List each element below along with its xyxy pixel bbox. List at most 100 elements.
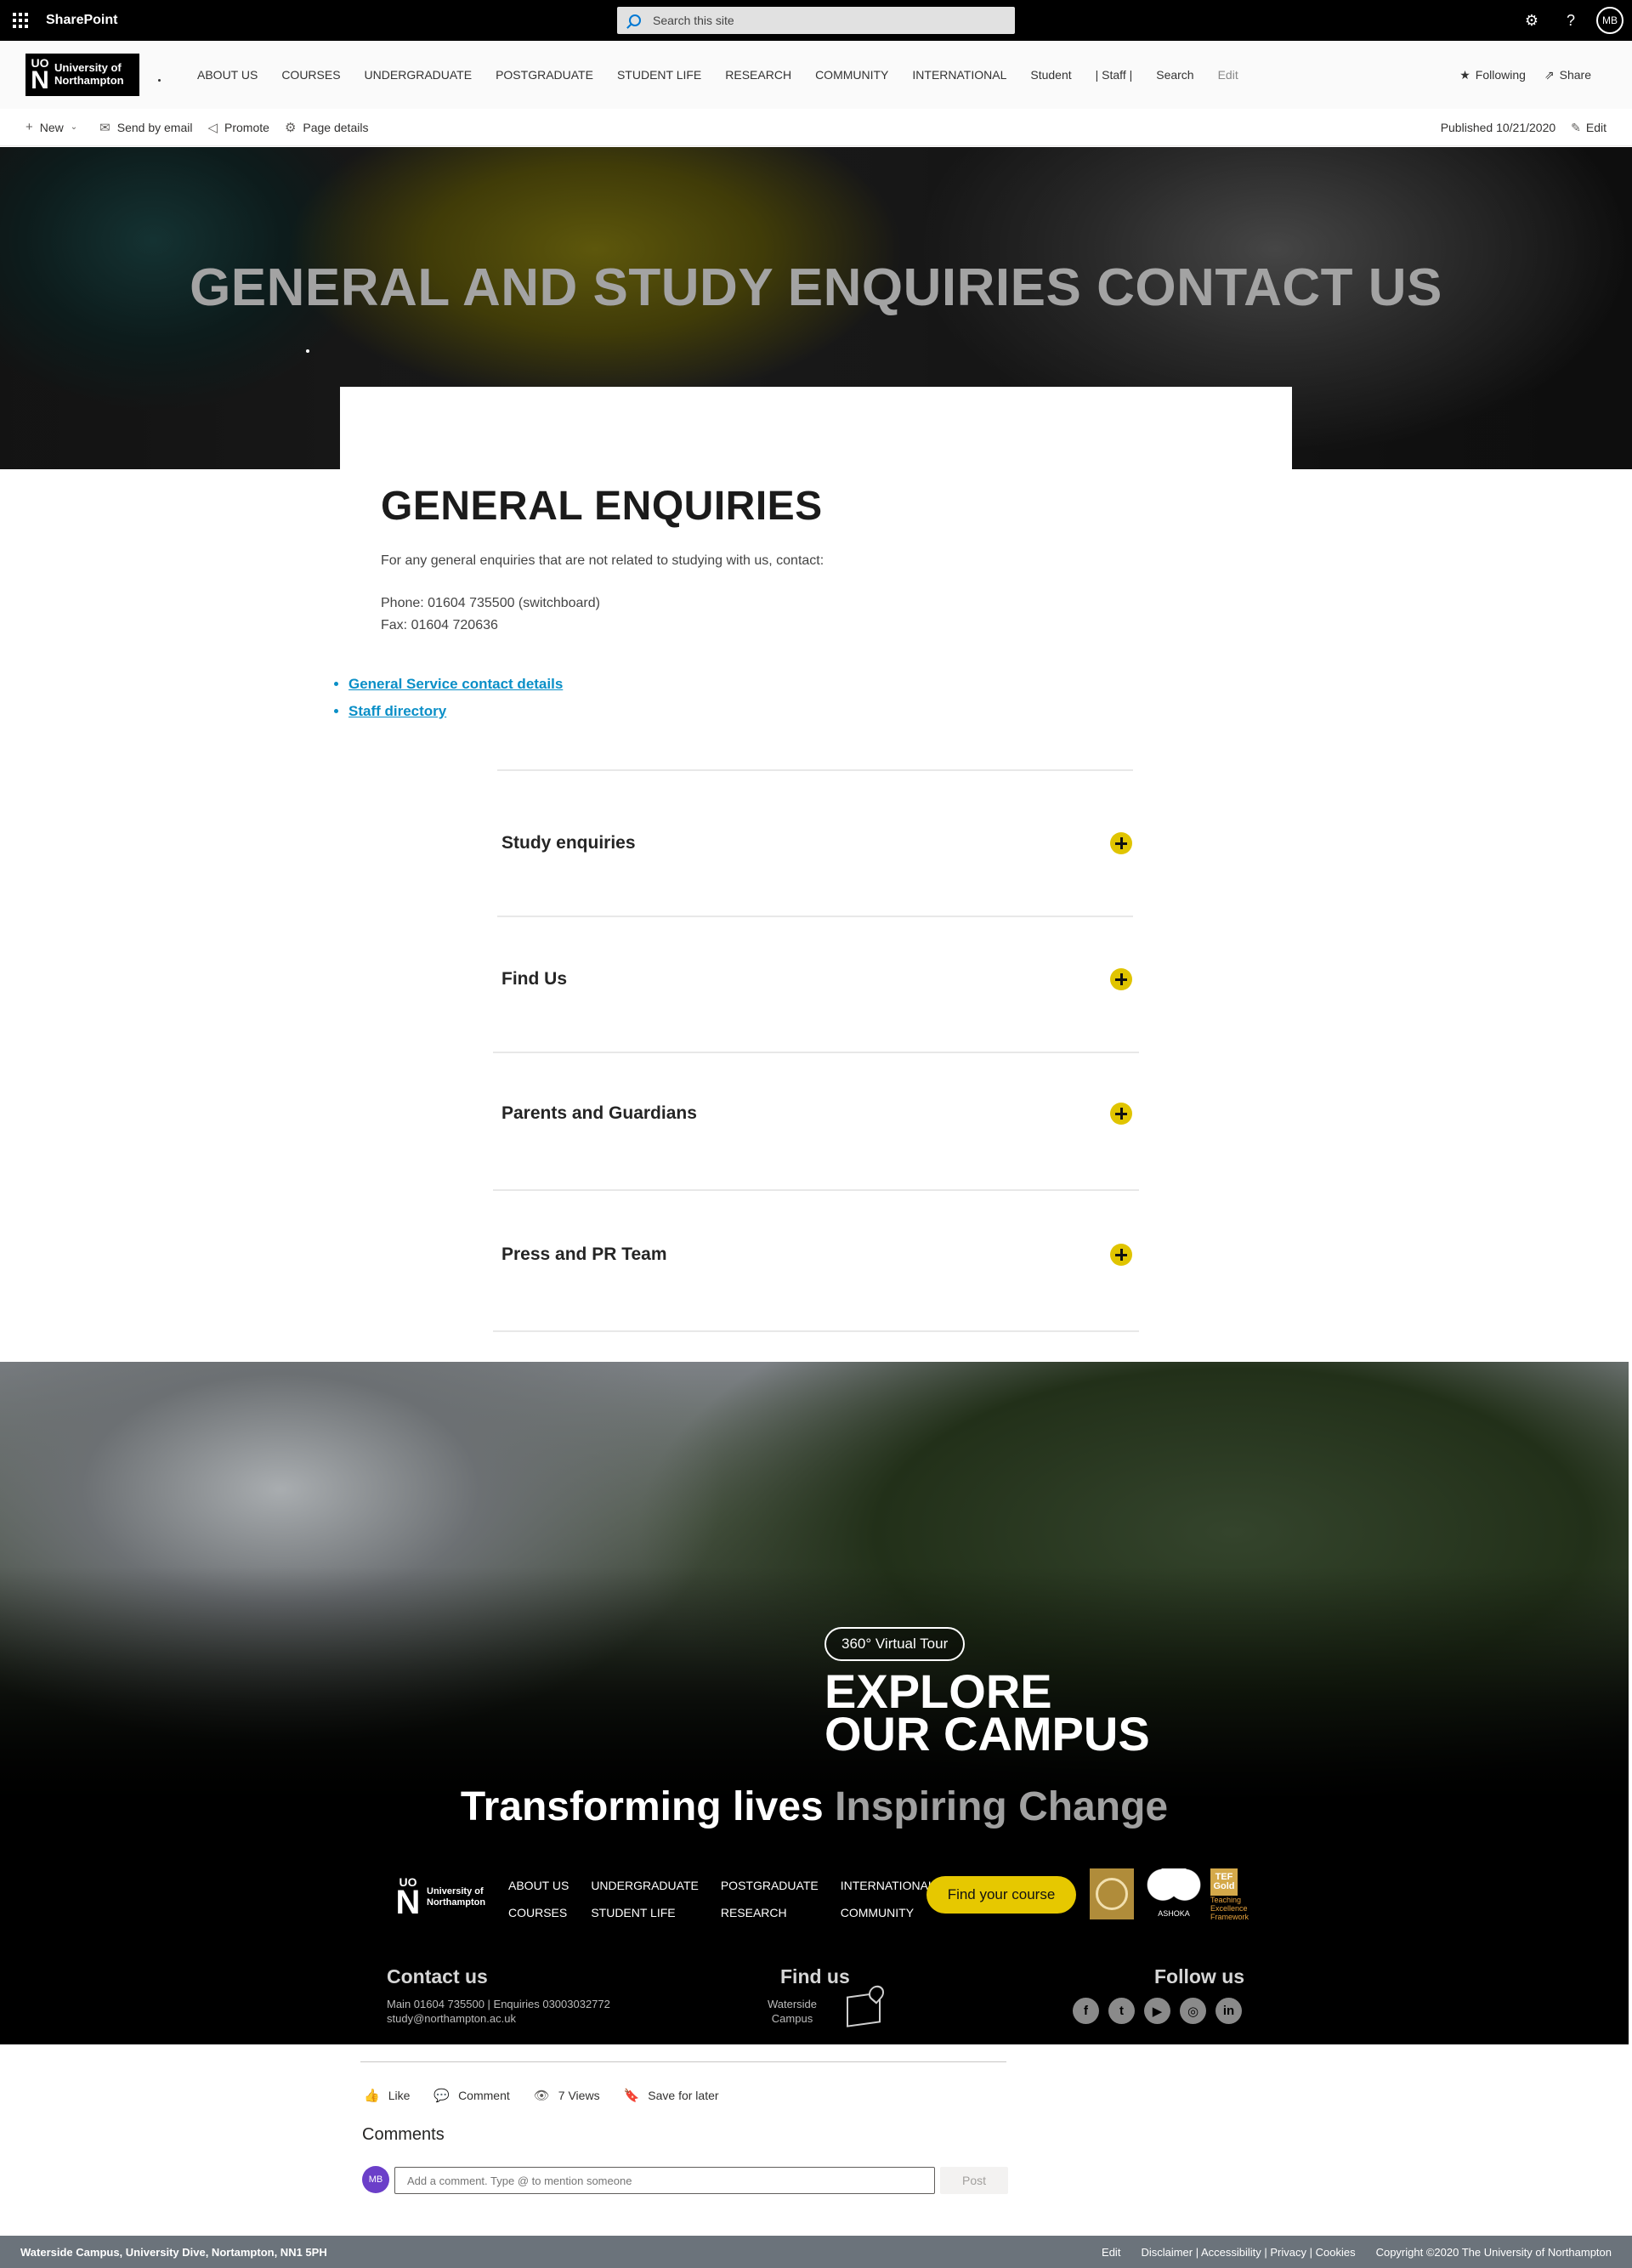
nav-staff[interactable]: | Staff | <box>1084 68 1145 82</box>
footer-nav-courses[interactable]: COURSES <box>508 1906 569 1919</box>
accordion-divider <box>493 1052 1139 1053</box>
list-item: General Service contact details <box>348 676 563 693</box>
hero-title: GENERAL AND STUDY ENQUIRIES CONTACT US <box>190 258 1442 317</box>
legal-links[interactable]: Disclaimer | Accessibility | Privacy | C… <box>1141 2246 1355 2259</box>
footer-navigation: ABOUT US UNDERGRADUATE POSTGRADUATE INTE… <box>508 1879 935 1919</box>
map-icon[interactable] <box>847 1992 881 2027</box>
twitter-icon[interactable]: t <box>1108 1998 1135 2024</box>
page-details-button[interactable]: ⚙ Page details <box>285 120 369 135</box>
edit-page-button[interactable]: ✎ Edit <box>1571 121 1606 135</box>
hero-dot <box>306 349 309 353</box>
site-header: UO N University of Northampton ABOUT US CO… <box>0 41 1632 109</box>
nav-research[interactable]: RESEARCH <box>713 68 803 82</box>
general-enquiries-title: GENERAL ENQUIRIES <box>381 484 823 529</box>
nav-edit[interactable]: Edit <box>1206 68 1250 82</box>
footer-nav-undergraduate[interactable]: UNDERGRADUATE <box>591 1879 699 1892</box>
nav-separator-dot <box>158 79 161 82</box>
help-icon[interactable]: ? <box>1557 7 1584 34</box>
linkedin-icon[interactable]: in <box>1216 1998 1242 2024</box>
nav-international[interactable]: INTERNATIONAL <box>900 68 1018 82</box>
comments-separator <box>360 2061 1006 2062</box>
instagram-icon[interactable]: ◎ <box>1180 1998 1206 2024</box>
staff-directory-link[interactable]: Staff directory <box>348 703 446 719</box>
accordion-divider <box>497 769 1133 771</box>
list-item: Staff directory <box>348 703 563 720</box>
campus-address: Waterside Campus, University Dive, Norta… <box>20 2245 327 2259</box>
expand-plus-icon[interactable] <box>1110 1103 1132 1125</box>
nav-courses[interactable]: COURSES <box>269 68 352 82</box>
nav-student-life[interactable]: STUDENT LIFE <box>605 68 713 82</box>
suite-bar: SharePoint Search this site ⚙ ? MB <box>0 0 1632 41</box>
pencil-icon: ✎ <box>1571 120 1581 134</box>
virtual-tour-button[interactable]: 360° Virtual Tour <box>824 1627 966 1661</box>
post-comment-button[interactable]: Post <box>940 2167 1008 2194</box>
accordion-study-enquiries[interactable]: Study enquiries <box>493 818 1139 869</box>
footer-nav-international[interactable]: INTERNATIONAL <box>841 1879 935 1892</box>
follow-us-heading: Follow us <box>1154 1965 1245 1987</box>
thumbs-up-icon: 👍 <box>364 2089 380 2103</box>
general-phone: Phone: 01604 735500 (switchboard) <box>381 596 600 610</box>
accordion-divider <box>497 916 1133 917</box>
search-icon <box>629 14 641 26</box>
tef-gold-award: TEF Gold Teaching Excellence Framework <box>1210 1868 1249 1926</box>
expand-plus-icon[interactable] <box>1110 968 1132 990</box>
footer-edit-link[interactable]: Edit <box>1102 2246 1120 2259</box>
accordion-press-pr-team[interactable]: Press and PR Team <box>493 1229 1139 1280</box>
ashoka-award-logo: ASHOKA <box>1142 1868 1205 1926</box>
facebook-icon[interactable]: f <box>1073 1998 1099 2024</box>
comments-heading: Comments <box>362 2125 445 2144</box>
comment-input[interactable] <box>394 2167 935 2194</box>
site-search-box[interactable]: Search this site <box>617 7 1015 34</box>
comment-button[interactable]: 💬 Comment <box>434 2088 509 2103</box>
following-button[interactable]: ★ Following <box>1459 68 1526 82</box>
footer-nav-student-life[interactable]: STUDENT LIFE <box>591 1906 699 1919</box>
general-service-contact-link[interactable]: General Service contact details <box>348 676 563 692</box>
footer-nav-postgraduate[interactable]: POSTGRADUATE <box>721 1879 819 1892</box>
gear-icon: ⚙ <box>284 120 297 135</box>
contact-us-heading: Contact us <box>387 1965 488 1987</box>
bookmark-icon: 🔖 <box>623 2089 640 2103</box>
nav-community[interactable]: COMMUNITY <box>803 68 900 82</box>
promote-button[interactable]: ◁ Promote <box>207 120 269 135</box>
expand-plus-icon[interactable] <box>1110 1244 1132 1266</box>
footer-tagline: Transforming lives Inspiring Change <box>460 1784 1169 1829</box>
nav-undergraduate[interactable]: UNDERGRADUATE <box>353 68 484 82</box>
plus-icon: + <box>26 120 33 134</box>
accordion-parents-guardians[interactable]: Parents and Guardians <box>493 1088 1139 1139</box>
youtube-icon[interactable]: ▶ <box>1144 1998 1170 2024</box>
star-icon: ★ <box>1459 67 1470 82</box>
mail-icon: ✉ <box>99 120 110 135</box>
university-logo[interactable]: UO N University of Northampton <box>26 54 139 96</box>
chevron-down-icon: ⌄ <box>70 122 78 132</box>
share-button[interactable]: ⇗ Share <box>1544 68 1591 82</box>
footer-nav-community[interactable]: COMMUNITY <box>841 1906 935 1919</box>
app-launcher-icon[interactable] <box>0 0 41 41</box>
search-placeholder: Search this site <box>653 14 734 27</box>
megaphone-icon: ◁ <box>207 120 218 135</box>
accordion-find-us[interactable]: Find Us <box>493 954 1139 1005</box>
find-your-course-button[interactable]: Find your course <box>926 1876 1076 1914</box>
general-links: General Service contact details Staff di… <box>330 676 563 730</box>
nav-student[interactable]: Student <box>1018 68 1083 82</box>
like-button[interactable]: 👍 Like <box>364 2088 410 2103</box>
comment-avatar: MB <box>362 2166 389 2193</box>
send-by-email-button[interactable]: ✉ Send by email <box>99 120 192 135</box>
footer-logo[interactable]: UO N University of Northampton <box>393 1870 495 1925</box>
save-for-later-button[interactable]: 🔖 Save for later <box>624 2088 719 2103</box>
settings-icon[interactable]: ⚙ <box>1518 7 1545 34</box>
views-count: 👁 7 Views <box>533 2089 600 2103</box>
explore-campus-heading[interactable]: EXPLORE OUR CAMPUS <box>824 1668 1150 1758</box>
find-us-location[interactable]: Waterside Campus <box>765 1997 819 2026</box>
nav-postgraduate[interactable]: POSTGRADUATE <box>484 68 605 82</box>
footer-nav-research[interactable]: RESEARCH <box>721 1906 819 1919</box>
nav-search[interactable]: Search <box>1144 68 1205 82</box>
find-us-heading: Find us <box>780 1965 850 1987</box>
footer-nav-about-us[interactable]: ABOUT US <box>508 1879 569 1892</box>
award-badge-ring <box>1090 1868 1134 1919</box>
expand-plus-icon[interactable] <box>1110 832 1132 854</box>
contact-details: Main 01604 735500 | Enquiries 0300303277… <box>387 1998 610 2025</box>
nav-about-us[interactable]: ABOUT US <box>185 68 269 82</box>
account-avatar[interactable]: MB <box>1596 7 1624 34</box>
sharepoint-brand[interactable]: SharePoint <box>46 13 117 28</box>
new-button[interactable]: + New ⌄ <box>26 120 84 134</box>
